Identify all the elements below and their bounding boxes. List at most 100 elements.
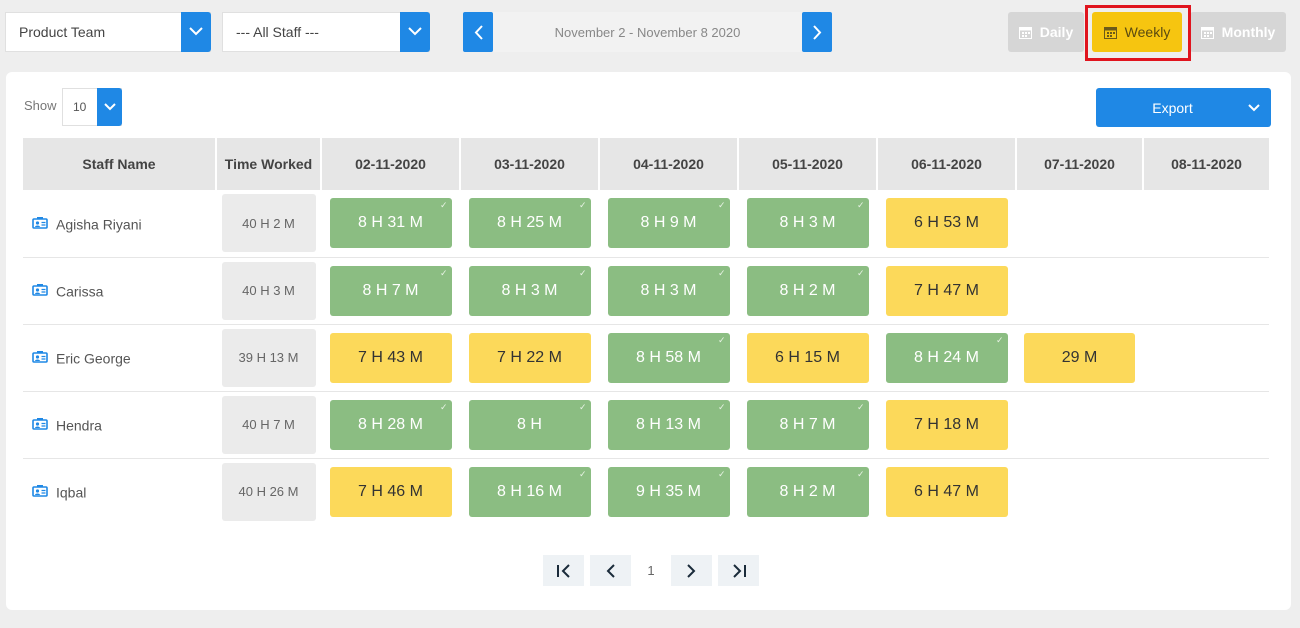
day-hours-value: 8 H 58 M (636, 348, 701, 366)
staff-name: Carissa (56, 283, 104, 300)
day-cell: 8 H 3 M ✓ (460, 257, 599, 325)
partial-day-chip[interactable]: 6 H 47 M (885, 466, 1008, 517)
check-icon: ✓ (439, 267, 448, 278)
day-hours-value: 6 H 15 M (775, 348, 840, 366)
first-page-button[interactable] (543, 555, 584, 586)
chevron-left-icon (474, 24, 483, 40)
partial-day-chip[interactable]: 7 H 22 M (468, 332, 591, 383)
date-range-label: November 2 - November 8 2020 (554, 24, 741, 40)
prev-week-button[interactable] (463, 12, 493, 52)
next-page-button[interactable] (671, 555, 712, 586)
column-header[interactable]: 02-11-2020 (321, 138, 461, 190)
staff-name: Agisha Riyani (56, 215, 142, 232)
day-cell: 8 H 31 M ✓ (321, 190, 460, 258)
chevron-down-icon[interactable] (181, 11, 211, 52)
day-cell: 8 H 28 M ✓ (321, 391, 460, 459)
first-page-icon (556, 563, 570, 578)
complete-day-chip[interactable]: 8 H 16 M ✓ (468, 466, 591, 517)
table-header-row: Staff Name Time Worked 02-11-2020 03-11-… (23, 138, 1269, 190)
complete-day-chip[interactable]: 8 H 2 M ✓ (746, 466, 869, 517)
partial-day-chip[interactable]: 6 H 15 M (746, 332, 869, 383)
export-button[interactable]: Export (1096, 88, 1271, 127)
complete-day-chip[interactable]: 8 H 7 M ✓ (746, 399, 869, 450)
day-cell: 6 H 15 M (738, 324, 877, 392)
complete-day-chip[interactable]: 8 H 25 M ✓ (468, 198, 591, 249)
day-cell: 8 H 9 M ✓ (599, 190, 738, 258)
monthly-view-button[interactable]: Monthly (1190, 12, 1286, 52)
complete-day-chip[interactable]: 8 H 58 M ✓ (607, 332, 730, 383)
column-header[interactable]: Staff Name (23, 138, 217, 190)
complete-day-chip[interactable]: 8 H 24 M ✓ (885, 332, 1008, 383)
day-hours-value: 7 H 22 M (497, 348, 562, 366)
day-cell: 8 H 13 M ✓ (599, 391, 738, 459)
complete-day-chip[interactable]: 8 H 7 M ✓ (329, 265, 452, 316)
partial-day-chip[interactable]: 7 H 47 M (885, 265, 1008, 316)
check-icon: ✓ (717, 267, 726, 278)
check-icon: ✓ (856, 401, 865, 412)
complete-day-chip[interactable]: 8 H 13 M ✓ (607, 399, 730, 450)
day-hours-value: 29 M (1061, 348, 1098, 366)
time-worked-cell: 40 H 2 M (216, 190, 321, 258)
staff-name-cell[interactable]: Eric George (23, 324, 216, 392)
day-hours-value: 8 H 2 M (779, 281, 836, 299)
table-row: Carissa 40 H 3 M 8 H 7 M ✓ 8 H 3 M ✓ 8 H 3 M ✓ 8… (23, 257, 1269, 325)
day-hours-value: 8 H 13 M (636, 415, 701, 433)
column-header[interactable]: 06-11-2020 (877, 138, 1017, 190)
show-entries-select[interactable]: 10 (62, 87, 122, 126)
column-header[interactable]: Time Worked (216, 138, 322, 190)
time-worked-value: 40 H 26 M (221, 462, 316, 521)
column-header[interactable]: 03-11-2020 (460, 138, 600, 190)
partial-day-chip[interactable]: 7 H 43 M (329, 332, 452, 383)
column-header[interactable]: 08-11-2020 (1143, 138, 1269, 190)
day-cell: 8 H 7 M ✓ (738, 391, 877, 459)
complete-day-chip[interactable]: 8 H 31 M ✓ (329, 198, 452, 249)
column-header[interactable]: 05-11-2020 (738, 138, 878, 190)
last-page-button[interactable] (718, 555, 759, 586)
time-worked-value: 39 H 13 M (221, 328, 316, 387)
day-hours-value: 8 H 3 M (779, 214, 836, 232)
partial-day-chip[interactable]: 29 M (1024, 332, 1135, 383)
date-range-navigator: November 2 - November 8 2020 (463, 12, 832, 52)
team-select[interactable]: Product Team (5, 11, 211, 52)
chevron-down-icon[interactable] (400, 11, 430, 52)
next-week-button[interactable] (802, 12, 832, 52)
prev-page-button[interactable] (590, 555, 631, 586)
day-cell (1016, 257, 1143, 325)
staff-name-cell[interactable]: Agisha Riyani (23, 190, 216, 258)
complete-day-chip[interactable]: 8 H 3 M ✓ (746, 198, 869, 249)
staff-name-cell[interactable]: Carissa (23, 257, 216, 325)
day-hours-value: 8 H 16 M (497, 482, 562, 500)
day-cell: 8 H 58 M ✓ (599, 324, 738, 392)
time-worked-value: 40 H 3 M (221, 261, 316, 320)
complete-day-chip[interactable]: 8 H 3 M ✓ (468, 265, 591, 316)
complete-day-chip[interactable]: 8 H 28 M ✓ (329, 399, 452, 450)
column-header[interactable]: 04-11-2020 (599, 138, 739, 190)
day-hours-value: 6 H 53 M (914, 214, 979, 232)
chevron-down-icon[interactable] (97, 87, 122, 126)
day-cell (1143, 324, 1269, 392)
check-icon: ✓ (995, 334, 1004, 345)
current-page-number[interactable]: 1 (637, 563, 665, 578)
chevron-down-icon[interactable] (1237, 103, 1271, 112)
partial-day-chip[interactable]: 7 H 46 M (329, 466, 452, 517)
day-cell (1016, 190, 1143, 258)
complete-day-chip[interactable]: 8 H 3 M ✓ (607, 265, 730, 316)
staff-select[interactable]: --- All Staff --- (222, 11, 430, 52)
complete-day-chip[interactable]: 8 H 9 M ✓ (607, 198, 730, 249)
complete-day-chip[interactable]: 9 H 35 M ✓ (607, 466, 730, 517)
pagination: 1 (543, 555, 759, 586)
staff-name-cell[interactable]: Iqbal (23, 458, 216, 525)
partial-day-chip[interactable]: 7 H 18 M (885, 399, 1008, 450)
complete-day-chip[interactable]: 8 H 2 M ✓ (746, 265, 869, 316)
day-hours-value: 8 H 28 M (358, 415, 423, 433)
staff-name-cell[interactable]: Hendra (23, 391, 216, 459)
check-icon: ✓ (439, 401, 448, 412)
calendar-icon (1018, 26, 1032, 39)
daily-view-button[interactable]: Daily (1008, 12, 1084, 52)
complete-day-chip[interactable]: 8 H ✓ (468, 399, 591, 450)
staff-name: Eric George (56, 350, 131, 367)
partial-day-chip[interactable]: 6 H 53 M (885, 198, 1008, 249)
column-header[interactable]: 07-11-2020 (1016, 138, 1144, 190)
timesheet-card: Show 10 Export Staff Name Time Worked 02… (6, 72, 1291, 610)
table-row: Agisha Riyani 40 H 2 M8 H 31 M ✓ 8 H 25 M ✓ 8… (23, 190, 1269, 258)
